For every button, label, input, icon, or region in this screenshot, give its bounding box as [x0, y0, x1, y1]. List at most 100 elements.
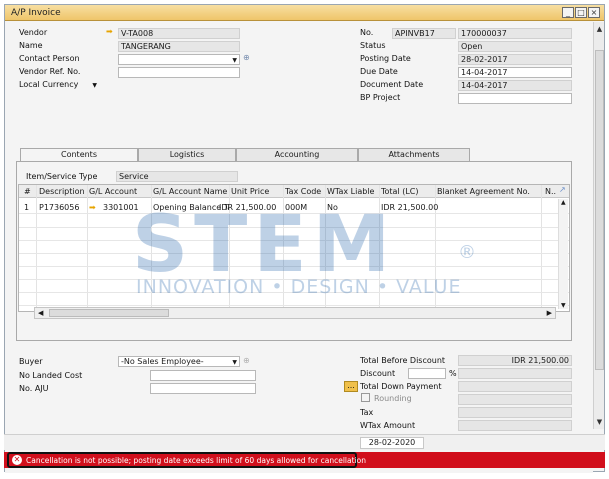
- contact-person-select[interactable]: ▼: [118, 54, 240, 65]
- tab-contents[interactable]: Contents: [20, 148, 138, 162]
- table-row[interactable]: [19, 280, 569, 293]
- gl-account-cell[interactable]: 3301001: [103, 203, 139, 212]
- vendor-field[interactable]: V-TA008: [118, 28, 240, 39]
- document-date-field[interactable]: 14-04-2017: [458, 80, 572, 91]
- scroll-up-icon[interactable]: ▲: [561, 199, 566, 206]
- scroll-thumb[interactable]: [595, 50, 604, 370]
- rounding-field[interactable]: [458, 394, 572, 405]
- system-date: 28-02-2020: [360, 437, 424, 449]
- buyer-info-icon[interactable]: ⊕: [243, 356, 250, 365]
- scroll-down-icon[interactable]: ▼: [561, 302, 566, 309]
- table-vertical-scrollbar[interactable]: ▲ ▼: [558, 199, 568, 309]
- currency-select[interactable]: Local Currency ▼: [19, 80, 97, 89]
- rounding-label: Rounding: [374, 394, 412, 403]
- table-horizontal-scrollbar[interactable]: ◀ ▶: [34, 307, 556, 319]
- table-row[interactable]: [19, 241, 569, 254]
- discount-percent-field[interactable]: [408, 368, 446, 379]
- table-header: # Description G/L Account G/L Account Na…: [19, 185, 569, 198]
- doc-no-field[interactable]: 170000037: [458, 28, 572, 39]
- tab-logistics[interactable]: Logistics: [138, 148, 236, 162]
- form-vertical-scrollbar[interactable]: ▲ ▼: [593, 22, 604, 429]
- unit-price-cell[interactable]: IDR 21,500.00: [219, 203, 276, 212]
- name-field[interactable]: TANGERANG: [118, 41, 240, 52]
- column-header[interactable]: N..: [545, 187, 559, 196]
- column-header[interactable]: WTax Liable: [327, 187, 379, 196]
- vendor-label: Vendor: [19, 28, 48, 37]
- total-down-payment-field[interactable]: [458, 381, 572, 392]
- vendor-ref-field[interactable]: [118, 67, 240, 78]
- bp-project-label: BP Project: [360, 93, 401, 102]
- tab-accounting[interactable]: Accounting: [236, 148, 358, 162]
- discount-amount-field[interactable]: [458, 368, 572, 379]
- contact-info-icon[interactable]: ⊕: [243, 53, 250, 62]
- item-service-type-label: Item/Service Type: [26, 172, 98, 181]
- scroll-up-icon[interactable]: ▲: [595, 25, 604, 34]
- landed-cost-field[interactable]: [150, 370, 256, 381]
- chevron-down-icon[interactable]: ▼: [232, 358, 237, 366]
- total-before-discount-field[interactable]: IDR 21,500.00: [458, 355, 572, 366]
- table-row[interactable]: [19, 267, 569, 280]
- item-service-type-select[interactable]: Service: [116, 171, 238, 182]
- description-cell[interactable]: P1736056: [39, 203, 79, 212]
- chevron-down-icon[interactable]: ▼: [92, 82, 97, 89]
- table-row[interactable]: [19, 215, 569, 228]
- column-header[interactable]: G/L Account: [89, 187, 137, 196]
- currency-label: Local Currency: [19, 80, 79, 89]
- scroll-left-icon[interactable]: ◀: [38, 309, 43, 317]
- series-select[interactable]: APINVB17: [392, 28, 456, 39]
- tax-field[interactable]: [458, 407, 572, 418]
- tab-attachments[interactable]: Attachments: [358, 148, 470, 162]
- buyer-select[interactable]: -No Sales Employee- ▼: [118, 356, 240, 367]
- due-date-label: Due Date: [360, 67, 398, 76]
- minimize-icon[interactable]: _: [562, 7, 574, 18]
- posting-date-field[interactable]: 28-02-2017: [458, 54, 572, 65]
- wtax-liable-cell[interactable]: No: [327, 203, 338, 212]
- error-message[interactable]: Cancellation is not possible; posting da…: [26, 456, 366, 465]
- rounding-checkbox[interactable]: [361, 393, 370, 402]
- column-header[interactable]: Blanket Agreement No.: [437, 187, 541, 196]
- column-header[interactable]: Total (LC): [381, 187, 435, 196]
- scroll-down-icon[interactable]: ▼: [595, 418, 604, 427]
- column-header[interactable]: G/L Account Name: [153, 187, 229, 196]
- table-row[interactable]: 1 P1736056 ➡ 3301001 Opening Balance Tal…: [19, 201, 569, 214]
- gl-account-name-cell[interactable]: Opening Balance Tal: [153, 203, 229, 212]
- status-field[interactable]: Open: [458, 41, 572, 52]
- contents-table: # Description G/L Account G/L Account Na…: [18, 184, 570, 312]
- column-header[interactable]: Description: [39, 187, 87, 196]
- wtax-amount-field[interactable]: [458, 420, 572, 431]
- column-header[interactable]: Tax Code: [285, 187, 325, 196]
- down-payment-button[interactable]: ...: [344, 381, 358, 392]
- vendor-ref-label: Vendor Ref. No.: [19, 67, 81, 76]
- window-titlebar[interactable]: A/P Invoice _ □ ×: [5, 5, 604, 21]
- aju-label: No. AJU: [19, 384, 49, 393]
- posting-date-label: Posting Date: [360, 54, 411, 63]
- row-number: 1: [24, 203, 30, 212]
- scroll-right-icon[interactable]: ▶: [547, 309, 552, 317]
- due-date-field[interactable]: 14-04-2017: [458, 67, 572, 78]
- contact-person-label: Contact Person: [19, 54, 80, 63]
- table-row[interactable]: [19, 293, 569, 306]
- chevron-down-icon[interactable]: ▼: [232, 56, 237, 64]
- tax-label: Tax: [360, 408, 374, 417]
- total-lc-cell[interactable]: IDR 21,500.00: [381, 203, 438, 212]
- link-arrow-icon[interactable]: ➡: [106, 27, 113, 36]
- expand-icon[interactable]: ↗: [559, 185, 566, 194]
- window-title: A/P Invoice: [11, 8, 61, 18]
- maximize-icon[interactable]: □: [575, 7, 587, 18]
- wtax-amount-label: WTax Amount: [360, 421, 416, 430]
- status-area: [4, 434, 605, 450]
- total-before-discount-label: Total Before Discount: [360, 356, 446, 365]
- total-down-payment-label: Total Down Payment: [360, 382, 442, 391]
- discount-percent-sign: %: [449, 369, 457, 378]
- tax-code-cell[interactable]: 000M: [285, 203, 307, 212]
- bp-project-field[interactable]: [458, 93, 572, 104]
- table-row[interactable]: [19, 228, 569, 241]
- close-icon[interactable]: ×: [588, 7, 600, 18]
- link-arrow-icon[interactable]: ➡: [89, 203, 96, 212]
- column-header[interactable]: #: [24, 187, 31, 196]
- table-row[interactable]: [19, 254, 569, 267]
- column-header[interactable]: Unit Price: [231, 187, 283, 196]
- scroll-thumb[interactable]: [49, 309, 169, 317]
- aju-field[interactable]: [150, 383, 256, 394]
- error-icon: ✕: [12, 455, 22, 465]
